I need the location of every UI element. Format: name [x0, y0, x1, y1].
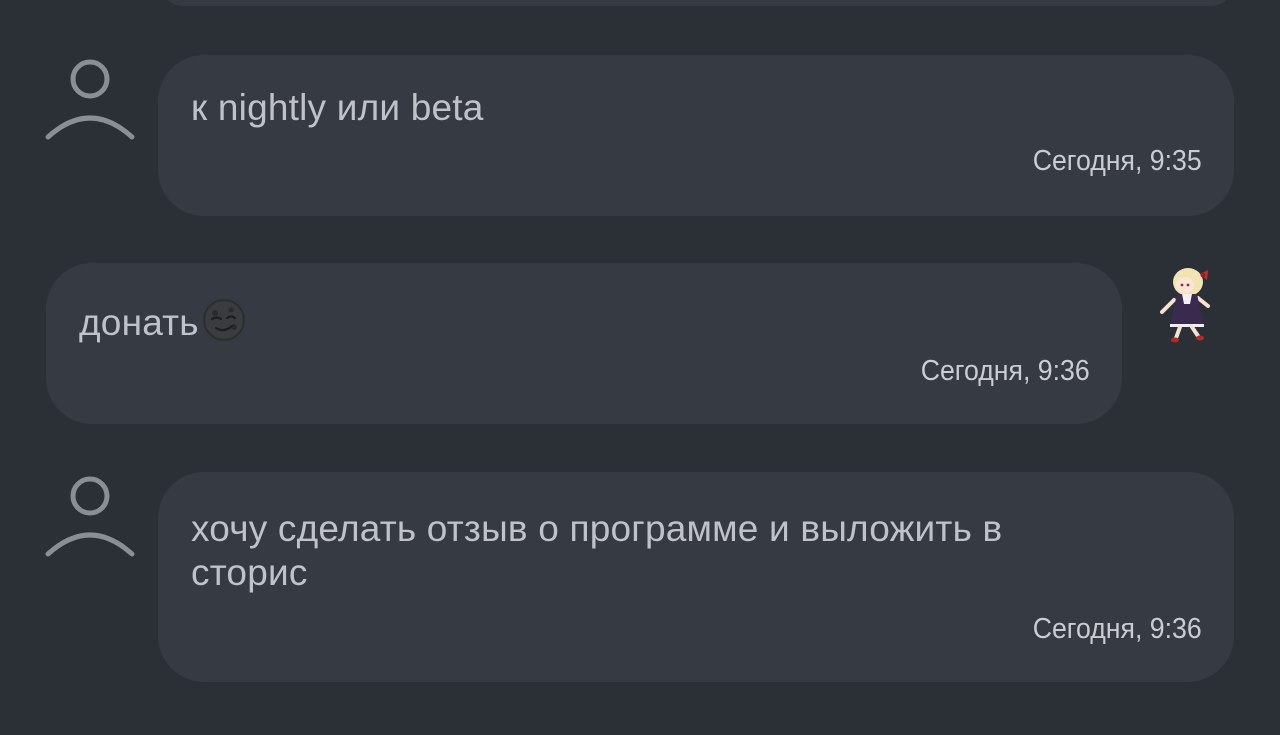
message-bubble-previous[interactable] — [160, 0, 1234, 6]
message-timestamp: Сегодня, 9:36 — [1032, 613, 1202, 645]
message-bubble[interactable]: к nightly или beta Сегодня, 9:35 — [158, 55, 1234, 216]
message-timestamp: Сегодня, 9:35 — [1032, 145, 1202, 177]
message-text: донать — [79, 297, 247, 345]
message-text: к nightly или beta — [191, 87, 484, 128]
chat-message-list[interactable]: к nightly или beta Сегодня, 9:35 донать … — [0, 0, 1280, 735]
anime-girl-sticker-avatar[interactable] — [1152, 262, 1222, 346]
message-bubble[interactable]: донать Сегодня, 9:36 — [46, 263, 1122, 424]
message-bubble[interactable]: хочу сделать отзыв о программе и выложит… — [158, 472, 1234, 682]
message-text-content: донать — [79, 302, 199, 343]
message-text: хочу сделать отзыв о программе и выложит… — [191, 508, 1003, 593]
user-silhouette-icon[interactable] — [44, 472, 136, 564]
message-timestamp: Сегодня, 9:36 — [920, 355, 1090, 387]
user-silhouette-icon[interactable] — [44, 55, 136, 147]
smirking-dark-moon-emoji — [201, 297, 247, 343]
